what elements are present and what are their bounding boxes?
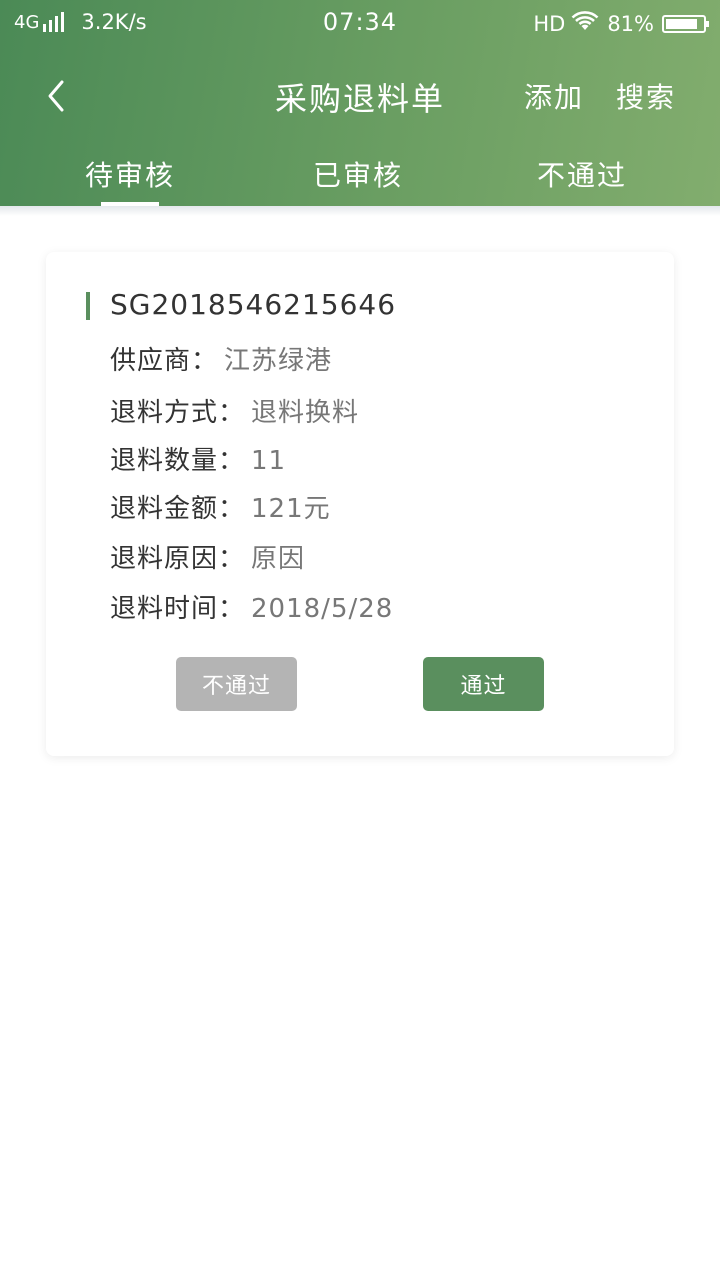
return-method-row: 退料方式： 退料换料 xyxy=(110,392,359,429)
approve-button[interactable]: 通过 xyxy=(423,657,544,711)
tab-approved[interactable]: 已审核 xyxy=(288,154,428,194)
reject-button[interactable]: 不通过 xyxy=(176,657,297,711)
supplier-label: 供应商： xyxy=(110,346,219,376)
add-button[interactable]: 添加 xyxy=(524,76,584,116)
app-header: 4G 3.2K/s 07:34 HD 81% 采购退料单 添加 搜索 待审核 已… xyxy=(0,0,720,206)
return-amount-value: 121元 xyxy=(251,494,331,524)
return-method-value: 退料换料 xyxy=(251,398,360,428)
return-amount-label: 退料金额： xyxy=(110,494,246,524)
return-time-row: 退料时间： 2018/5/28 xyxy=(110,588,393,625)
header-shadow xyxy=(0,206,720,216)
order-marker xyxy=(86,292,90,320)
order-number: SG2018546215646 xyxy=(110,288,397,321)
return-reason-label: 退料原因： xyxy=(110,544,246,574)
return-method-label: 退料方式： xyxy=(110,398,246,428)
return-time-value: 2018/5/28 xyxy=(251,594,394,624)
tab-pending-review[interactable]: 待审核 xyxy=(60,154,200,194)
return-reason-row: 退料原因： 原因 xyxy=(110,538,305,575)
return-quantity-row: 退料数量： 11 xyxy=(110,440,286,477)
supplier-value: 江苏绿港 xyxy=(224,346,333,376)
page-title: 采购退料单 xyxy=(274,80,445,118)
return-reason-value: 原因 xyxy=(251,544,306,574)
supplier-row: 供应商： 江苏绿港 xyxy=(110,340,332,377)
status-bar: 4G 3.2K/s 07:34 HD 81% xyxy=(0,0,720,48)
tab-bar: 待审核 已审核 不通过 xyxy=(0,150,720,206)
tab-rejected[interactable]: 不通过 xyxy=(512,154,652,194)
hd-indicator: HD xyxy=(533,11,566,36)
wifi-icon xyxy=(571,10,599,37)
return-quantity-label: 退料数量： xyxy=(110,446,246,476)
status-right: HD 81% xyxy=(533,10,709,37)
battery-icon xyxy=(662,14,709,33)
search-button[interactable]: 搜索 xyxy=(616,76,676,116)
return-quantity-value: 11 xyxy=(251,446,287,476)
return-amount-row: 退料金额： 121元 xyxy=(110,488,331,525)
return-time-label: 退料时间： xyxy=(110,594,246,624)
battery-percent: 81% xyxy=(607,11,654,36)
return-order-card: SG2018546215646 供应商： 江苏绿港 退料方式： 退料换料 退料数量：… xyxy=(46,252,674,756)
